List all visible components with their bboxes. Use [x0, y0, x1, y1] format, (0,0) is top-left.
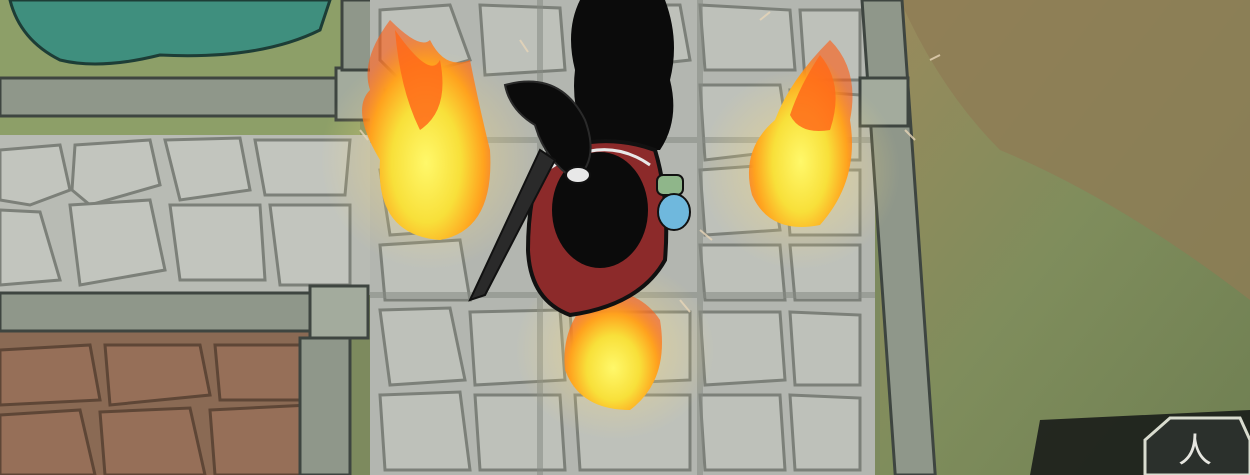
hair-tie	[565, 166, 591, 184]
wall-vertical-left	[298, 336, 352, 475]
hud-corner: 人	[1030, 410, 1250, 475]
game-viewport: 人	[0, 0, 1250, 475]
ability-glyph: 人	[1178, 431, 1212, 471]
wall-post-2	[308, 284, 370, 340]
wall-left-upper	[0, 76, 362, 118]
wall-vertical-left-top	[340, 0, 374, 72]
game-scene: 人	[0, 0, 1250, 475]
wall-left-lower	[0, 291, 332, 333]
